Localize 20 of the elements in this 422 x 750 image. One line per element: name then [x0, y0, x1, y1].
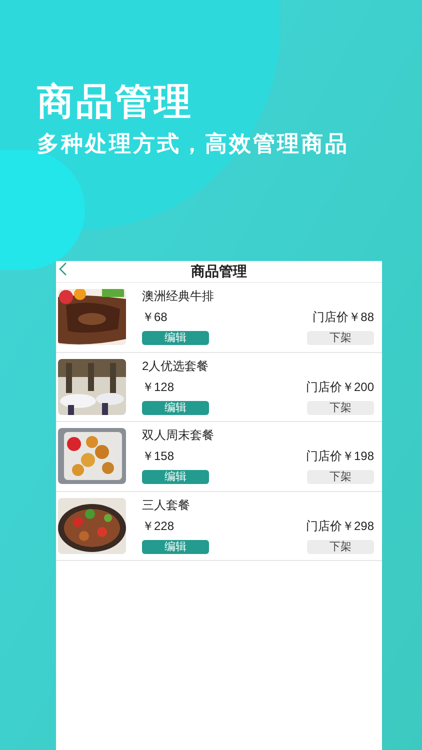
headline: 商品管理	[37, 80, 193, 124]
store-price: 门店价￥198	[306, 449, 374, 464]
product-price: ￥68	[142, 310, 168, 324]
delist-button[interactable]: 下架	[307, 470, 374, 484]
delist-button[interactable]: 下架	[307, 331, 374, 346]
product-name: 三人套餐	[142, 498, 190, 512]
back-icon[interactable]	[58, 262, 68, 276]
product-name: 2人优选套餐	[142, 358, 209, 373]
product-price: ￥158	[142, 449, 174, 464]
product-name: 双人周末套餐	[142, 428, 214, 442]
subtitle: 多种处理方式，高效管理商品	[37, 130, 349, 158]
delist-button[interactable]: 下架	[307, 400, 374, 415]
product-price: ￥228	[142, 518, 174, 533]
store-price: 门店价￥200	[306, 380, 374, 394]
delist-button[interactable]: 下架	[307, 540, 374, 554]
product-name: 澳洲经典牛排	[142, 289, 214, 304]
store-price: 门店价￥298	[306, 518, 374, 533]
store-price: 门店价￥88	[312, 310, 374, 324]
product-price: ￥128	[142, 380, 174, 394]
screen-title: 商品管理	[191, 262, 247, 281]
